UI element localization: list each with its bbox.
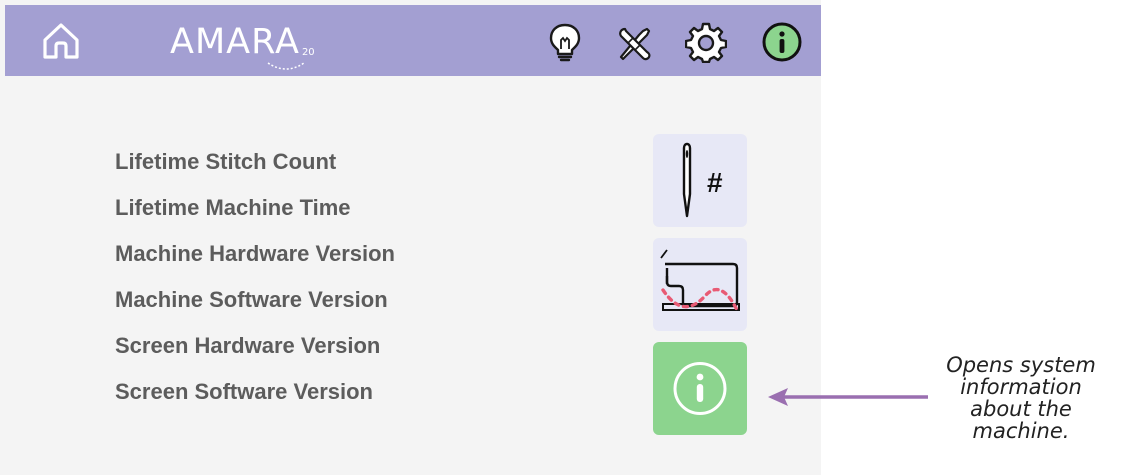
lightbulb-icon	[549, 23, 581, 62]
gear-icon	[684, 22, 728, 64]
info-item-lifetime-stitch-count: Lifetime Stitch Count	[115, 149, 337, 174]
info-item-screen-hardware-version: Screen Hardware Version	[115, 333, 381, 358]
svg-text:#: #	[707, 167, 723, 198]
info-button[interactable]	[762, 22, 802, 62]
stitch-count-tile[interactable]: #	[653, 134, 747, 227]
amara-logo: AMARA 20	[170, 17, 315, 70]
home-button[interactable]	[41, 21, 81, 61]
info-list: Lifetime Stitch Count Lifetime Machine T…	[115, 147, 395, 423]
machine-screen: AMARA 20 Lifetime Stitch Count Lifetime …	[0, 0, 821, 475]
sewing-machine-icon	[660, 249, 740, 312]
info-item-lifetime-machine-time: Lifetime Machine Time	[115, 195, 351, 220]
logo-stitch-decoration	[267, 62, 305, 70]
info-item-screen-software-version: Screen Software Version	[115, 379, 373, 404]
system-info-tile[interactable]	[653, 342, 747, 435]
sewing-machine-tile[interactable]	[653, 238, 747, 331]
info-icon	[673, 362, 727, 415]
logo-subscript: 20	[301, 47, 315, 58]
settings-button[interactable]	[684, 21, 728, 64]
tips-button[interactable]	[546, 22, 584, 62]
tools-button[interactable]	[613, 23, 655, 63]
info-item-machine-software-version: Machine Software Version	[115, 287, 388, 312]
tools-icon	[619, 27, 651, 61]
callout-text: Opens system information about the machi…	[946, 353, 1096, 443]
info-icon	[762, 22, 802, 62]
logo-text: AMARA	[170, 22, 300, 62]
top-bar: AMARA 20	[5, 5, 821, 76]
home-icon	[43, 23, 79, 59]
info-item-machine-hardware-version: Machine Hardware Version	[115, 241, 395, 266]
callout-arrow-icon	[768, 388, 928, 406]
needle-stitch-count-icon: #	[682, 142, 723, 218]
